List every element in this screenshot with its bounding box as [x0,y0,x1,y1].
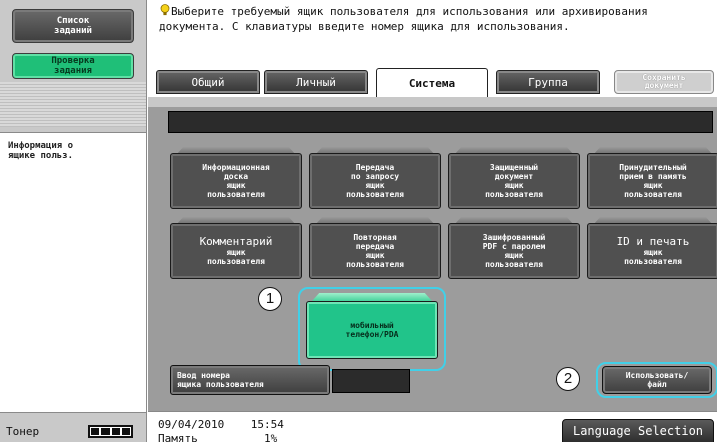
use-file-button[interactable]: Использовать/ файл [602,366,712,394]
tab-public[interactable]: Общий [156,70,260,94]
toner-segment [121,428,130,435]
status-memory: Память 1% [158,432,278,442]
memory-rx-box-button[interactable]: Принудительный прием в память ящик польз… [587,147,717,209]
language-selection-button[interactable]: Language Selection [562,419,714,442]
button-label: Защищенный документ ящик пользователя [448,153,580,209]
toner-segment [111,428,120,435]
job-list-button[interactable]: Список заданий [12,9,134,43]
left-sidebar: Список заданий Проверка задания Информац… [0,0,147,442]
callout-1: 1 [258,287,282,311]
tab-bar: Общий Личный Система Группа Сохранить до… [148,68,717,98]
button-label: Информационная доска ящик пользователя [170,153,302,209]
button-label: ящик пользователя [624,248,682,266]
sidebar-divider [0,82,146,127]
instruction-message: Выберите требуемый ящик пользователя для… [159,5,648,33]
input-box-number-button[interactable]: Ввод номера ящика пользователя [170,365,330,395]
button-title: Комментарий [199,235,273,248]
toner-gauge [88,425,133,438]
button-face: Комментарий ящик пользователя [170,223,302,279]
toner-segment [91,428,100,435]
callout-2: 2 [556,367,580,391]
button-title: ID и печать [616,235,690,248]
re-tx-box-button[interactable]: Повторная передача ящик пользователя [309,217,441,279]
id-print-box-button[interactable]: ID и печать ящик пользователя [587,217,717,279]
save-document-button[interactable]: Сохранить документ [614,70,714,94]
button-label: ящик пользователя [207,248,265,266]
button-face: ID и печать ящик пользователя [587,223,717,279]
panel-divider [148,97,717,107]
mobile-pda-box-button[interactable]: мобильный телефон/PDA [306,293,438,361]
button-label: Принудительный прием в память ящик польз… [587,153,717,209]
main-panel: Информационная доска ящик пользователя П… [148,97,717,411]
status-datetime: 09/04/2010 15:54 [158,418,284,431]
button-label: Передача по запросу ящик пользователя [309,153,441,209]
job-check-button[interactable]: Проверка задания [12,53,134,79]
button-label: Повторная передача ящик пользователя [309,223,441,279]
button-bevel [312,293,432,301]
polling-tx-box-button[interactable]: Передача по запросу ящик пользователя [309,147,441,209]
toner-status: Тонер [0,412,146,442]
box-number-display [168,111,713,133]
bulletin-board-box-button[interactable]: Информационная доска ящик пользователя [170,147,302,209]
tab-group[interactable]: Группа [496,70,600,94]
status-bar: 09/04/2010 15:54 Память 1% Language Sele… [148,411,717,442]
button-label: мобильный телефон/PDA [306,301,438,359]
user-box-info-label: Информация о ящике польз. [0,132,146,412]
tab-system[interactable]: Система [376,68,488,98]
encrypted-pdf-box-button[interactable]: Зашифрованный PDF с паролем ящик пользов… [448,217,580,279]
button-label: Зашифрованный PDF с паролем ящик пользов… [448,223,580,279]
tab-personal[interactable]: Личный [264,70,368,94]
toner-segment [101,428,110,435]
message-area: Выберите требуемый ящик пользователя для… [148,0,717,72]
toner-label: Тонер [6,425,40,438]
box-number-field[interactable] [332,369,410,393]
secure-document-box-button[interactable]: Защищенный документ ящик пользователя [448,147,580,209]
annotation-box-button[interactable]: Комментарий ящик пользователя [170,217,302,279]
